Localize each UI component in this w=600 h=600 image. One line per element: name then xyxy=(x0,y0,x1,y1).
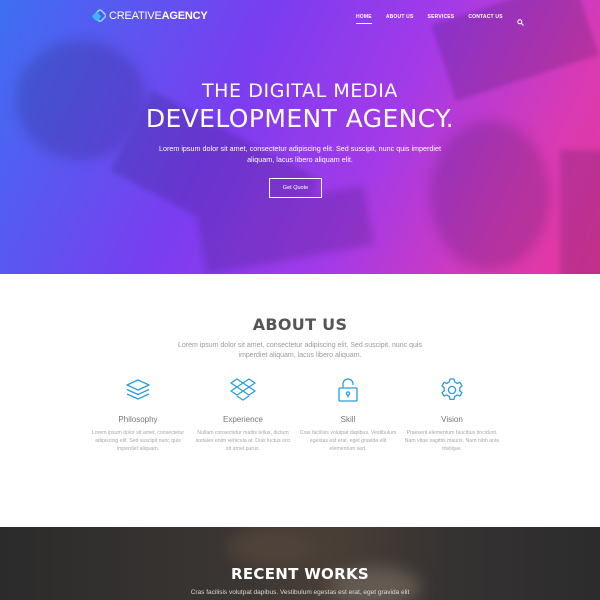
feature-text: Nullam consectetur mattis tellus, dictum… xyxy=(195,430,291,452)
hero-section: CREATIVEAGENCY HOME ABOUT US SERVICES CO… xyxy=(0,0,600,274)
about-title: ABOUT US xyxy=(252,315,348,334)
feature-skill: Skill Cras facilisis volutpat dapibus. V… xyxy=(298,376,398,453)
layers-icon xyxy=(124,376,152,404)
get-quote-button[interactable]: Get Quote xyxy=(269,178,322,198)
feature-name: Vision xyxy=(441,415,463,424)
hero-background-photo xyxy=(0,0,600,274)
menu-item-services[interactable]: SERVICES xyxy=(428,14,455,20)
search-icon[interactable] xyxy=(517,13,524,26)
feature-name: Philosophy xyxy=(118,415,158,424)
logo-text-bold: AGENCY xyxy=(161,10,208,22)
feature-name: Experience xyxy=(222,415,264,424)
feature-text: Cras facilisis volutpat dapibus. Vestibu… xyxy=(299,430,397,452)
logo-icon xyxy=(92,9,106,23)
feature-name: Skill xyxy=(340,415,356,424)
feature-text: Lorem ipsum dolor sit amet, consectetur … xyxy=(91,430,185,452)
menu-item-home[interactable]: HOME xyxy=(356,14,372,24)
feature-vision: Vision Praesent elementum faucibus tinci… xyxy=(402,376,502,453)
gear-icon xyxy=(438,376,466,404)
logo[interactable]: CREATIVEAGENCY xyxy=(92,9,208,23)
hero-subtitle: Lorem ipsum dolor sit amet, consectetur … xyxy=(158,144,442,164)
lock-icon xyxy=(334,376,362,404)
hero-title-line-1: THE DIGITAL MEDIA xyxy=(201,80,399,102)
logo-text-light: CREATIVE xyxy=(109,10,162,22)
main-menu: HOME ABOUT US SERVICES CONTACT US xyxy=(356,13,524,26)
logo-text: CREATIVEAGENCY xyxy=(109,10,208,22)
recent-works-title: RECENT WORKS xyxy=(231,565,369,583)
hero-title-line-2: DEVELOPMENT AGENCY. xyxy=(145,104,455,133)
about-subtitle: Lorem ipsum dolor sit amet, consectetur … xyxy=(178,342,422,359)
recent-works-subtitle: Cras facilisis volutpat dapibus. Vestibu… xyxy=(190,589,410,596)
top-navbar: CREATIVEAGENCY HOME ABOUT US SERVICES CO… xyxy=(0,0,600,34)
feature-philosophy: Philosophy Lorem ipsum dolor sit amet, c… xyxy=(88,376,188,453)
menu-item-contact-us[interactable]: CONTACT US xyxy=(468,14,502,20)
works-background-photo xyxy=(228,527,318,567)
menu-item-about-us[interactable]: ABOUT US xyxy=(386,14,414,20)
feature-experience: Experience Nullam consectetur mattis tel… xyxy=(193,376,293,453)
dropbox-icon xyxy=(229,376,257,404)
feature-text: Praesent elementum faucibus tincidunt. N… xyxy=(404,430,500,452)
